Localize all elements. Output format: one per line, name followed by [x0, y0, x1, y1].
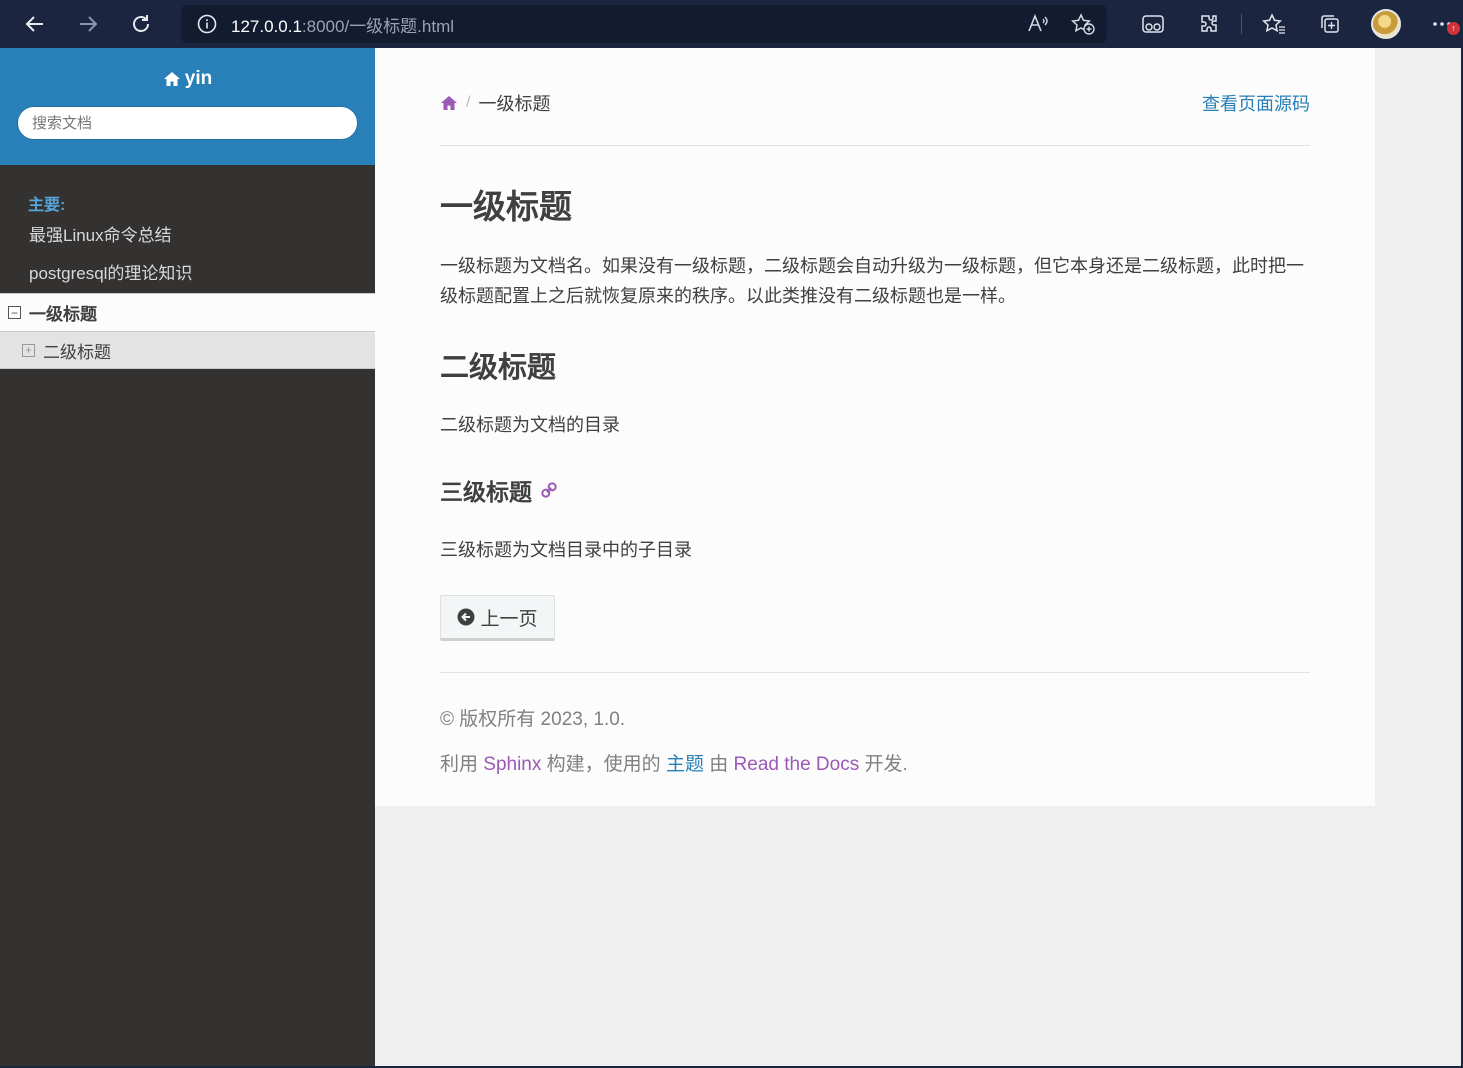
back-button[interactable] — [17, 6, 53, 42]
sidebar-item-postgresql[interactable]: postgresql的理论知识 — [0, 255, 375, 293]
breadcrumb-separator: / — [466, 94, 471, 111]
glasses-icon — [1142, 15, 1164, 33]
sidebar-item-current[interactable]: − 一级标题 — [0, 293, 375, 331]
refresh-button[interactable] — [123, 6, 159, 42]
update-badge: ↑ — [1447, 22, 1460, 35]
profile-button[interactable] — [1358, 8, 1414, 40]
built-by: 由 — [703, 754, 734, 775]
paragraph-3: 三级标题为文档目录中的子目录 — [440, 540, 692, 560]
forward-arrow-icon — [80, 16, 98, 32]
avatar — [1371, 9, 1401, 39]
immersive-reader-button[interactable] — [1125, 8, 1181, 40]
site-info-icon[interactable] — [197, 14, 217, 34]
project-name: yin — [184, 68, 213, 89]
page-background — [1375, 48, 1463, 1068]
arrow-circle-left-icon — [457, 608, 475, 626]
url-text: 127.0.0.1:8000/一级标题.html — [231, 12, 454, 37]
main-content: / 一级标题 查看页面源码 一级标题 一级标题为文档名。如果没有一级标题，二级标… — [375, 48, 1375, 806]
toc-caption: 主要: — [28, 197, 66, 214]
built-mid: 构建，使用的 — [541, 754, 666, 775]
built-suffix: 开发. — [859, 754, 908, 775]
sidebar-header: yin — [0, 48, 375, 165]
address-bar[interactable]: 127.0.0.1:8000/一级标题.html — [181, 5, 1107, 43]
browser-toolbar: 127.0.0.1:8000/一级标题.html ↑ — [0, 0, 1463, 48]
extensions-button[interactable] — [1181, 8, 1237, 40]
collections-icon — [1321, 15, 1339, 33]
expand-toggle-icon[interactable]: + — [22, 343, 35, 357]
read-aloud-icon[interactable] — [1027, 13, 1049, 40]
footer-divider — [440, 672, 1310, 673]
breadcrumb-home-icon[interactable] — [440, 95, 458, 111]
back-arrow-icon — [25, 16, 43, 32]
home-icon — [163, 72, 180, 86]
breadcrumb: / 一级标题 查看页面源码 — [440, 90, 1310, 116]
divider — [440, 145, 1310, 146]
paragraph-1: 一级标题为文档名。如果没有一级标题，二级标题会自动升级为一级标题，但它本身还是二… — [440, 256, 1304, 306]
sidebar-current-label: 一级标题 — [29, 305, 97, 324]
url-path: :8000/一级标题.html — [301, 16, 455, 36]
settings-menu-button[interactable]: ↑ — [1414, 8, 1463, 40]
built-prefix: 利用 — [440, 754, 484, 775]
sidebar-item-linux[interactable]: 最强Linux命令总结 — [0, 217, 375, 255]
view-source-link[interactable]: 查看页面源码 — [1202, 90, 1310, 116]
read-the-docs-link[interactable]: Read the Docs — [734, 754, 860, 775]
favorites-button[interactable] — [1246, 8, 1302, 40]
previous-page-button[interactable]: 上一页 — [440, 595, 555, 641]
project-home-link[interactable]: yin — [163, 68, 212, 90]
copyright-text: © 版权所有 2023, 1.0. — [440, 709, 626, 730]
permalink-icon[interactable] — [540, 481, 558, 499]
sidebar: yin 主要: 最强Linux命令总结 postgresql的理论知识 − 一级… — [0, 48, 375, 1068]
sphinx-link[interactable]: Sphinx — [483, 754, 541, 775]
built-with-text: 利用 Sphinx 构建，使用的 主题 由 Read the Docs 开发. — [440, 749, 908, 776]
add-favorite-icon[interactable] — [1071, 13, 1095, 40]
breadcrumb-current: 一级标题 — [478, 94, 551, 114]
search-input[interactable] — [17, 106, 358, 140]
puzzle-icon — [1201, 15, 1217, 32]
subsection-heading-text: 三级标题 — [440, 479, 532, 505]
forward-button[interactable] — [70, 6, 106, 42]
theme-link[interactable]: 主题 — [666, 754, 704, 775]
subsection-heading: 三级标题 — [440, 473, 558, 507]
refresh-icon — [133, 15, 149, 32]
previous-page-label: 上一页 — [480, 608, 538, 630]
sidebar-sub-label: 二级标题 — [43, 342, 111, 362]
page-title: 一级标题 — [440, 188, 572, 225]
url-host: 127.0.0.1 — [231, 16, 302, 36]
collapse-toggle-icon[interactable]: − — [8, 306, 21, 319]
collections-button[interactable] — [1302, 8, 1358, 40]
sidebar-item-sub[interactable]: + 二级标题 — [0, 331, 375, 369]
favorites-star-icon — [1262, 13, 1285, 34]
section-heading: 二级标题 — [440, 352, 557, 384]
toolbar-divider — [1241, 14, 1242, 34]
paragraph-2: 二级标题为文档的目录 — [440, 415, 620, 435]
